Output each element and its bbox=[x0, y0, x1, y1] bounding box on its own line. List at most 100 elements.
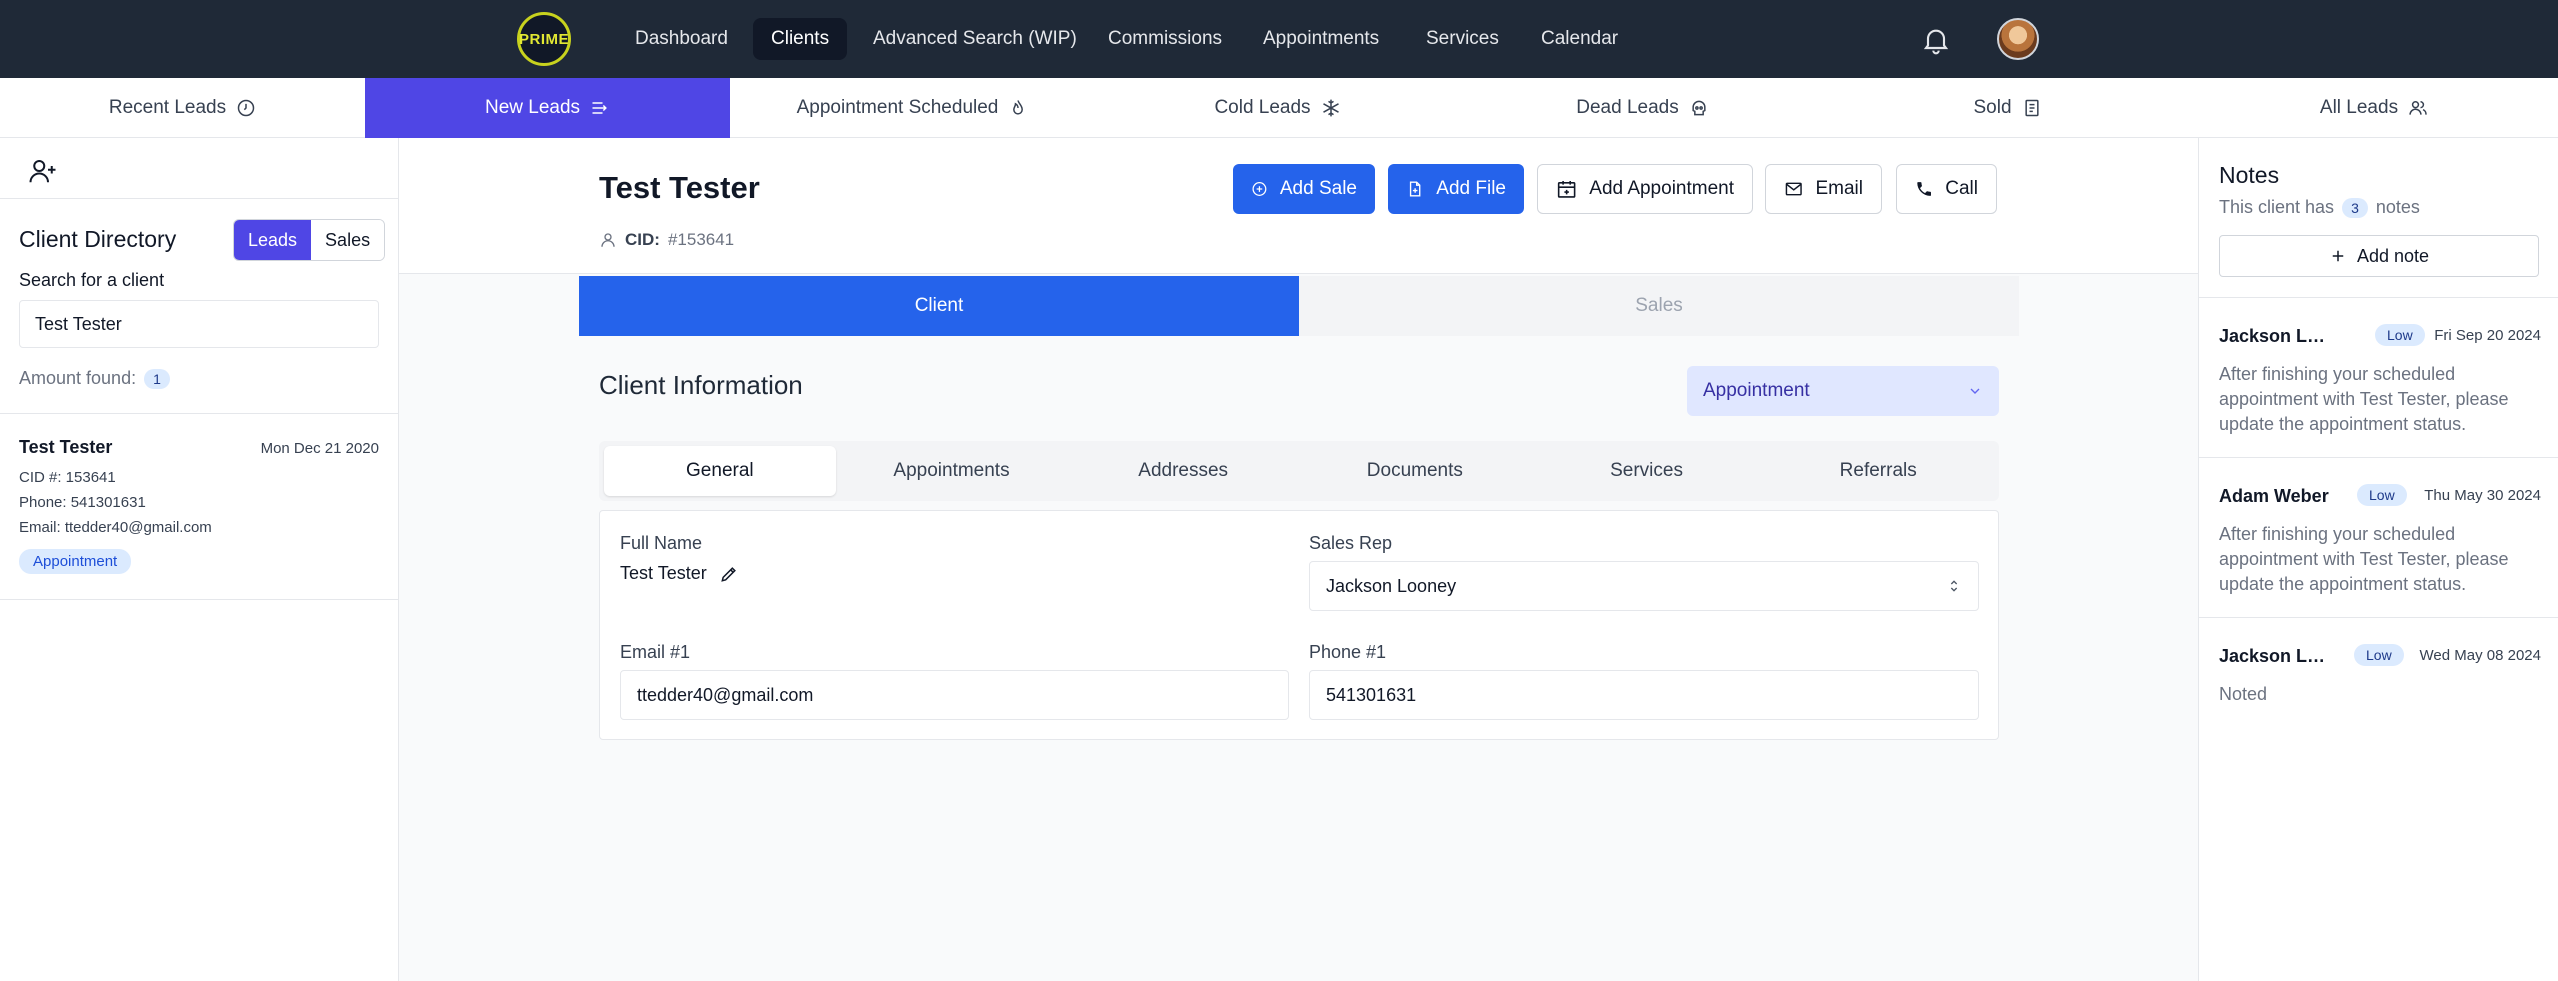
calendar-plus-icon bbox=[1557, 181, 1576, 198]
notes-panel: Notes This client has 3 notes Add note J… bbox=[2198, 138, 2558, 981]
add-note-button[interactable]: Add note bbox=[2219, 235, 2539, 277]
cid-label: CID: bbox=[625, 230, 660, 249]
stage-dropdown[interactable]: Appointment bbox=[1687, 366, 1999, 416]
users-icon bbox=[2409, 101, 2427, 115]
tab-label: Sold bbox=[1973, 97, 2012, 118]
result-date: Mon Dec 21 2020 bbox=[260, 440, 379, 457]
tab-general[interactable]: General bbox=[604, 446, 836, 496]
plus-icon bbox=[2332, 250, 2344, 262]
note-item[interactable]: Jackson Looney Low Wed May 08 2024 Noted bbox=[2199, 617, 2558, 727]
sales-rep-label: Sales Rep bbox=[1309, 533, 1393, 553]
nav-appointments[interactable]: Appointments bbox=[1245, 18, 1397, 60]
call-label: Call bbox=[1945, 178, 1978, 199]
phone-field[interactable]: 541301631 bbox=[1309, 670, 1979, 720]
user-avatar[interactable] bbox=[1997, 18, 2039, 60]
tab-all-leads[interactable]: All Leads bbox=[2190, 78, 2558, 138]
skull-icon bbox=[1692, 100, 1706, 116]
lines-arrow-icon bbox=[592, 102, 607, 114]
add-appointment-label: Add Appointment bbox=[1589, 178, 1734, 199]
general-info-form: Full Name Test Tester Sales Rep Jackson … bbox=[599, 510, 1999, 740]
chevron-up-down-icon bbox=[1950, 580, 1958, 592]
nav-commissions[interactable]: Commissions bbox=[1090, 18, 1240, 60]
client-header: Test Tester CID: #153641 Add Sale Add Fi… bbox=[399, 138, 2198, 274]
tab-client[interactable]: Client bbox=[579, 276, 1299, 336]
divider bbox=[0, 198, 399, 199]
sales-rep-value: Jackson Looney bbox=[1326, 575, 1457, 596]
add-file-label: Add File bbox=[1436, 178, 1506, 199]
tab-dead-leads[interactable]: Dead Leads bbox=[1460, 78, 1825, 138]
note-priority-badge: Low bbox=[2354, 644, 2404, 666]
client-id: CID: #153641 bbox=[599, 230, 734, 250]
note-body: Noted bbox=[2219, 684, 2268, 704]
file-plus-icon bbox=[1409, 181, 1421, 197]
email-button[interactable]: Email bbox=[1765, 164, 1882, 214]
full-name-label: Full Name bbox=[620, 533, 703, 553]
full-name-value: Test Tester bbox=[620, 563, 739, 584]
call-button[interactable]: Call bbox=[1896, 164, 1997, 214]
note-item[interactable]: Jackson Looney Low Fri Sep 20 2024 After… bbox=[2199, 297, 2558, 457]
status-badge: Appointment bbox=[19, 549, 132, 574]
phone-label: Phone #1 bbox=[1309, 642, 1387, 662]
full-name-text: Test Tester bbox=[620, 563, 707, 583]
note-item[interactable]: Adam Weber Low Thu May 30 2024 After fin… bbox=[2199, 457, 2558, 617]
pencil-icon[interactable] bbox=[719, 564, 739, 584]
client-search-input[interactable] bbox=[19, 300, 379, 348]
leads-sales-toggle: Leads Sales bbox=[233, 219, 386, 261]
receipt-icon bbox=[2024, 99, 2039, 117]
nav-calendar[interactable]: Calendar bbox=[1523, 18, 1636, 60]
add-note-label: Add note bbox=[2356, 245, 2430, 266]
nav-advanced-search[interactable]: Advanced Search (WIP) bbox=[855, 18, 1095, 60]
notes-sub-prefix: This client has bbox=[2219, 197, 2335, 217]
flame-icon bbox=[1013, 100, 1024, 115]
tab-appointment-scheduled[interactable]: Appointment Scheduled bbox=[730, 78, 1095, 138]
snowflake-icon bbox=[1322, 99, 1339, 117]
note-date: Fri Sep 20 2024 bbox=[2434, 327, 2541, 344]
notes-sub-suffix: notes bbox=[2375, 197, 2420, 217]
email-label: Email bbox=[1815, 178, 1863, 199]
result-cid: CID #: 153641 bbox=[19, 469, 116, 486]
tab-sold[interactable]: Sold bbox=[1825, 78, 2190, 138]
note-priority-badge: Low bbox=[2357, 484, 2407, 506]
sales-rep-select[interactable]: Jackson Looney bbox=[1309, 561, 1979, 611]
nav-clients[interactable]: Clients bbox=[753, 18, 848, 60]
note-author: Jackson Looney bbox=[2219, 646, 2334, 666]
tab-recent-leads[interactable]: Recent Leads bbox=[0, 78, 365, 138]
tab-label: New Leads bbox=[484, 97, 581, 118]
note-author: Jackson Looney bbox=[2219, 326, 2334, 346]
add-user-icon[interactable] bbox=[28, 156, 58, 186]
tab-new-leads[interactable]: New Leads bbox=[365, 78, 730, 138]
add-appointment-button[interactable]: Add Appointment bbox=[1537, 164, 1753, 214]
add-sale-button[interactable]: Add Sale bbox=[1233, 164, 1375, 214]
directory-title: Client Directory bbox=[19, 226, 177, 252]
plus-circle-icon bbox=[1252, 182, 1267, 196]
phone-value: 541301631 bbox=[1326, 684, 1417, 705]
add-file-button[interactable]: Add File bbox=[1388, 164, 1524, 214]
top-navbar: PRIME Dashboard Clients Advanced Search … bbox=[0, 0, 2558, 78]
user-icon bbox=[601, 233, 615, 247]
toggle-leads[interactable]: Leads bbox=[234, 220, 312, 260]
amount-label: Amount found: bbox=[19, 368, 137, 388]
client-result-item[interactable]: Test Tester Mon Dec 21 2020 CID #: 15364… bbox=[0, 413, 399, 600]
amount-found: Amount found: 1 bbox=[19, 368, 170, 389]
tab-addresses[interactable]: Addresses bbox=[1067, 446, 1299, 496]
bell-icon[interactable] bbox=[1920, 24, 1952, 56]
tab-referrals[interactable]: Referrals bbox=[1762, 446, 1994, 496]
tab-documents[interactable]: Documents bbox=[1299, 446, 1531, 496]
note-date: Wed May 08 2024 bbox=[2419, 647, 2541, 664]
result-phone: Phone: 541301631 bbox=[19, 494, 146, 511]
tab-sales[interactable]: Sales bbox=[1299, 276, 2019, 336]
prime-logo[interactable]: PRIME bbox=[517, 12, 571, 66]
tab-appointments[interactable]: Appointments bbox=[836, 446, 1068, 496]
tab-cold-leads[interactable]: Cold Leads bbox=[1095, 78, 1460, 138]
notes-title: Notes bbox=[2219, 162, 2280, 188]
note-priority-badge: Low bbox=[2375, 324, 2425, 346]
toggle-sales[interactable]: Sales bbox=[311, 220, 385, 260]
nav-services[interactable]: Services bbox=[1408, 18, 1517, 60]
add-sale-label: Add Sale bbox=[1279, 178, 1357, 199]
clock-icon bbox=[237, 99, 255, 117]
nav-dashboard[interactable]: Dashboard bbox=[617, 18, 746, 60]
tab-services[interactable]: Services bbox=[1531, 446, 1763, 496]
email-field[interactable]: ttedder40@gmail.com bbox=[620, 670, 1289, 720]
client-sales-tabs: Client Sales bbox=[579, 276, 2019, 336]
logo-text: PRIME bbox=[519, 30, 570, 48]
